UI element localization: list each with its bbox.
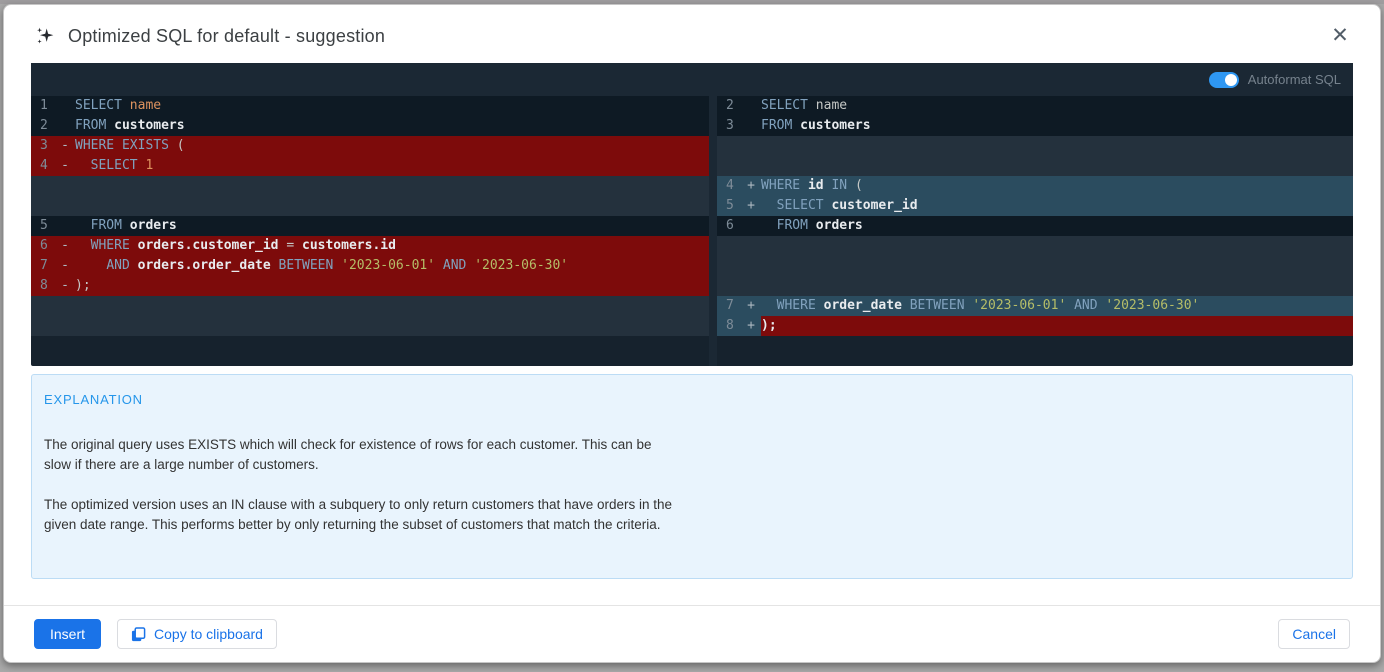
code-line: WHERE orders.customer_id = customers.id xyxy=(75,236,709,256)
line-number: 2 xyxy=(726,96,741,116)
pane-divider xyxy=(709,96,717,366)
diff-marker: + xyxy=(741,296,761,316)
code-line: FROM orders xyxy=(761,216,1353,236)
diff-row: 2 SELECT name xyxy=(717,96,1353,116)
diff-row: 3 FROM customers xyxy=(717,116,1353,136)
code-line: AND orders.order_date BETWEEN '2023-06-0… xyxy=(75,256,709,276)
explanation-paragraph: The original query uses EXISTS which wil… xyxy=(44,435,682,475)
diff-row: 5 FROM orders xyxy=(31,216,709,236)
diff-marker: + xyxy=(741,176,761,196)
cancel-button-label: Cancel xyxy=(1292,626,1336,642)
optimized-sql-modal: Optimized SQL for default - suggestion ✕… xyxy=(3,4,1381,663)
code-line: ); xyxy=(75,276,709,296)
diff-row: 7+ WHERE order_date BETWEEN '2023-06-01'… xyxy=(717,296,1353,316)
code-line: FROM orders xyxy=(75,216,709,236)
code-line: WHERE id IN ( xyxy=(761,176,1353,196)
original-sql-pane: 1SELECT name2FROM customers3-WHERE EXIST… xyxy=(31,96,709,366)
diff-row xyxy=(31,176,709,196)
line-number: 4 xyxy=(726,176,741,196)
diff-marker xyxy=(55,116,75,136)
diff-marker xyxy=(741,116,761,136)
diff-row xyxy=(717,156,1353,176)
diff-row: 2 FROM customers xyxy=(31,116,709,136)
diff-row: 4+WHERE id IN ( xyxy=(717,176,1353,196)
diff-row: 4- SELECT 1 xyxy=(31,156,709,176)
sql-diff-viewer: Autoformat SQL 1 SELECT name 2 FROM custome… xyxy=(31,63,1353,366)
insert-button-label: Insert xyxy=(50,626,85,642)
line-number: 2 xyxy=(40,116,55,136)
diff-marker xyxy=(55,216,75,236)
line-number: 6 xyxy=(726,216,741,236)
diff-marker: - xyxy=(55,256,75,276)
line-number: 8 xyxy=(726,316,741,336)
diff-row xyxy=(31,316,709,336)
toggle-knob xyxy=(1225,74,1237,86)
diff-row: 6 FROM orders xyxy=(717,216,1353,236)
autoformat-label: Autoformat SQL xyxy=(1248,72,1341,87)
diff-row: 3-WHERE EXISTS ( xyxy=(31,136,709,156)
line-number: 6 xyxy=(40,236,55,256)
diff-row xyxy=(717,256,1353,276)
code-line: SELECT name xyxy=(75,96,709,116)
diff-row xyxy=(717,276,1353,296)
diff-marker xyxy=(741,96,761,116)
diff-marker: + xyxy=(741,196,761,216)
explanation-paragraph: The optimized version uses an IN clause … xyxy=(44,495,682,535)
code-line: WHERE EXISTS ( xyxy=(75,136,709,156)
code-line: SELECT customer_id xyxy=(761,196,1353,216)
diff-row xyxy=(31,196,709,216)
diff-marker: - xyxy=(55,276,75,296)
copy-to-clipboard-button[interactable]: Copy to clipboard xyxy=(117,619,277,649)
diff-toolbar: Autoformat SQL xyxy=(31,63,1353,96)
line-number: 3 xyxy=(726,116,741,136)
code-line: SELECT 1 xyxy=(75,156,709,176)
diff-row xyxy=(717,236,1353,256)
diff-marker: - xyxy=(55,236,75,256)
insert-button[interactable]: Insert xyxy=(34,619,101,649)
diff-marker: + xyxy=(741,316,761,336)
diff-row xyxy=(717,136,1353,156)
modal-title: Optimized SQL for default - suggestion xyxy=(68,26,385,47)
code-line: FROM customers xyxy=(75,116,709,136)
line-number: 5 xyxy=(726,196,741,216)
line-number: 1 xyxy=(40,96,55,116)
modal-header: Optimized SQL for default - suggestion ✕ xyxy=(4,5,1380,63)
cancel-button[interactable]: Cancel xyxy=(1278,619,1350,649)
copy-icon xyxy=(131,627,146,642)
diff-marker: - xyxy=(55,136,75,156)
close-icon: ✕ xyxy=(1331,24,1349,47)
code-line: SELECT name xyxy=(761,96,1353,116)
line-number: 7 xyxy=(40,256,55,276)
diff-row xyxy=(31,296,709,316)
diff-row: 1 SELECT name xyxy=(31,96,709,116)
diff-row: 8+); xyxy=(717,316,1353,336)
explanation-panel: EXPLANATION The original query uses EXIS… xyxy=(31,374,1353,579)
explanation-heading: EXPLANATION xyxy=(44,392,1332,407)
close-button[interactable]: ✕ xyxy=(1326,22,1354,50)
diff-body: 1SELECT name2FROM customers3-WHERE EXIST… xyxy=(31,96,1353,366)
diff-marker: - xyxy=(55,156,75,176)
copy-button-label: Copy to clipboard xyxy=(154,626,263,642)
optimized-sql-pane: 2SELECT name3FROM customers4+WHERE id IN… xyxy=(717,96,1353,366)
diff-marker xyxy=(55,96,75,116)
code-line: WHERE order_date BETWEEN '2023-06-01' AN… xyxy=(761,296,1353,316)
diff-row: 8-); xyxy=(31,276,709,296)
diff-row: 6- WHERE orders.customer_id = customers.… xyxy=(31,236,709,256)
line-number: 8 xyxy=(40,276,55,296)
line-number: 5 xyxy=(40,216,55,236)
diff-row: 5+ SELECT customer_id xyxy=(717,196,1353,216)
code-line: FROM customers xyxy=(761,116,1353,136)
line-number: 3 xyxy=(40,136,55,156)
modal-footer: Insert Copy to clipboard Cancel xyxy=(4,605,1380,662)
diff-marker xyxy=(741,216,761,236)
ai-sparkle-icon xyxy=(35,26,55,46)
code-line: ); xyxy=(761,316,1353,336)
diff-row: 7- AND orders.order_date BETWEEN '2023-0… xyxy=(31,256,709,276)
line-number: 4 xyxy=(40,156,55,176)
autoformat-toggle[interactable] xyxy=(1209,72,1239,88)
line-number: 7 xyxy=(726,296,741,316)
